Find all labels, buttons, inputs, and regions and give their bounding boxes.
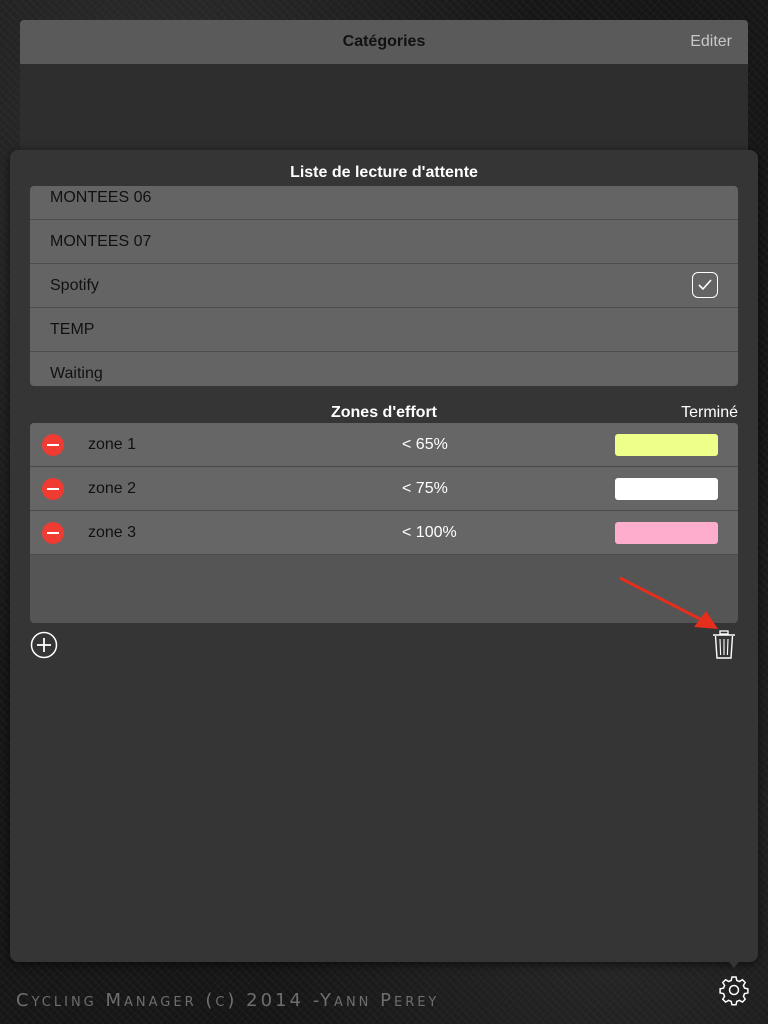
table-row[interactable]: zone 2 < 75%	[30, 467, 738, 511]
zone-name: zone 3	[88, 524, 137, 541]
zone-color-swatch[interactable]	[615, 478, 718, 500]
playlist-section-title: Liste de lecture d'attente	[290, 164, 478, 181]
zone-name: zone 2	[88, 480, 137, 497]
table-row[interactable]: zone 3 < 100%	[30, 511, 738, 555]
zone-threshold[interactable]: < 100%	[402, 524, 457, 542]
list-item-label: Waiting	[50, 365, 103, 382]
list-item[interactable]: Spotify	[30, 264, 738, 308]
zone-color-swatch[interactable]	[615, 434, 718, 456]
list-item-label: MONTEES 06	[50, 189, 152, 206]
zone-color-swatch[interactable]	[615, 522, 718, 544]
done-button[interactable]: Terminé	[681, 404, 738, 422]
trash-icon[interactable]	[712, 630, 736, 660]
settings-popover: Liste de lecture d'attente MONTEES 06 MO…	[10, 150, 758, 962]
delete-row-icon[interactable]	[42, 522, 64, 544]
gear-icon[interactable]	[718, 974, 750, 1006]
edit-button[interactable]: Editer	[690, 33, 732, 51]
zone-threshold[interactable]: < 65%	[402, 436, 448, 454]
zones-section-title: Zones d'effort	[330, 404, 438, 421]
popover-arrow	[726, 958, 742, 968]
playlist-list[interactable]: MONTEES 06 MONTEES 07 Spotify TEMP Waiti…	[30, 186, 738, 386]
checkmark-icon	[692, 272, 718, 298]
plus-circle-icon[interactable]	[30, 631, 58, 659]
list-item[interactable]: TEMP	[30, 308, 738, 352]
categories-header: Catégories Editer	[20, 20, 748, 64]
list-item-label: Spotify	[50, 277, 99, 294]
list-item-label: MONTEES 07	[50, 233, 152, 250]
list-item[interactable]: Waiting	[30, 352, 738, 386]
table-row[interactable]: zone 1 < 65%	[30, 423, 738, 467]
zones-header: Zones d'effort Terminé	[10, 404, 758, 424]
list-item-label: TEMP	[50, 321, 95, 338]
categories-panel: Catégories Editer	[20, 20, 748, 170]
delete-row-icon[interactable]	[42, 434, 64, 456]
delete-row-icon[interactable]	[42, 478, 64, 500]
list-item[interactable]: MONTEES 07	[30, 220, 738, 264]
zone-threshold[interactable]: < 75%	[402, 480, 448, 498]
categories-title: Catégories	[342, 33, 426, 50]
list-item[interactable]: MONTEES 06	[30, 186, 738, 220]
annotation-arrow-icon	[619, 576, 718, 629]
zone-name: zone 1	[88, 436, 137, 453]
footer-copyright: Cycling Manager (c) 2014 -Yann Perey	[16, 990, 440, 1011]
